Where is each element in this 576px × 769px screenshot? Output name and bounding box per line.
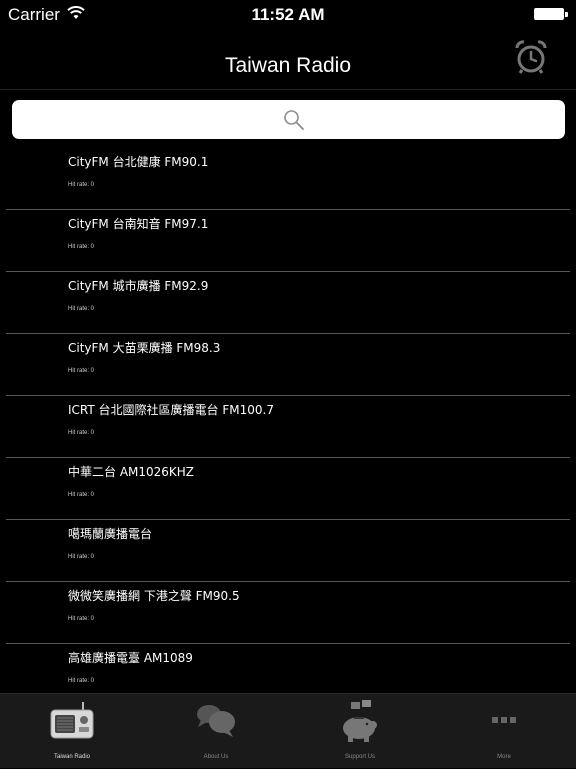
station-row[interactable]: 噶瑪蘭廣播電台 Hit rate: 0 <box>0 520 576 582</box>
station-hit-rate: Hit rate: 0 <box>68 554 95 560</box>
tab-label: Taiwan Radio <box>53 754 91 760</box>
station-hit-rate: Hit rate: 0 <box>68 616 95 622</box>
tab-support-us[interactable]: Support Us <box>288 694 432 769</box>
station-list: CityFM 台北健康 FM90.1 Hit rate: 0 CityFM 台南… <box>0 148 576 693</box>
chat-bubbles-icon <box>197 705 235 737</box>
station-hit-rate: Hit rate: 0 <box>68 244 95 250</box>
station-row[interactable]: CityFM 台北健康 FM90.1 Hit rate: 0 <box>0 148 576 210</box>
tab-label: Support Us <box>344 754 375 760</box>
search-icon <box>284 110 304 130</box>
tab-more[interactable]: More <box>432 694 576 769</box>
alarm-clock-icon[interactable] <box>513 39 549 75</box>
station-hit-rate: Hit rate: 0 <box>68 368 95 374</box>
station-name: ICRT 台北國際社區廣播電台 FM100.7 <box>68 403 274 417</box>
more-icon <box>492 717 516 723</box>
station-row[interactable]: ICRT 台北國際社區廣播電台 FM100.7 Hit rate: 0 <box>0 396 576 458</box>
radio-icon <box>50 702 94 739</box>
tab-bar: Taiwan Radio About Us Support Us More <box>0 693 576 768</box>
station-name: CityFM 台北健康 FM90.1 <box>68 155 209 169</box>
status-time: 11:52 AM <box>251 5 325 24</box>
station-hit-rate: Hit rate: 0 <box>68 678 95 684</box>
station-row[interactable]: 高雄廣播電臺 AM1089 Hit rate: 0 <box>0 644 576 693</box>
station-name: CityFM 大苗栗廣播 FM98.3 <box>68 341 221 355</box>
status-bar: Carrier 11:52 AM <box>0 0 576 30</box>
station-hit-rate: Hit rate: 0 <box>68 492 95 498</box>
station-row[interactable]: 中華二台 AM1026KHZ Hit rate: 0 <box>0 458 576 520</box>
station-row[interactable]: CityFM 大苗栗廣播 FM98.3 Hit rate: 0 <box>0 334 576 396</box>
tab-label: About Us <box>203 754 229 760</box>
search-input[interactable] <box>12 100 565 139</box>
page-title: Taiwan Radio <box>224 54 352 77</box>
station-name: CityFM 城市廣播 FM92.9 <box>68 279 209 293</box>
battery-icon <box>534 8 564 20</box>
station-row[interactable]: 微微笑廣播網 下港之聲 FM90.5 Hit rate: 0 <box>0 582 576 644</box>
tab-label: More <box>497 754 511 760</box>
station-hit-rate: Hit rate: 0 <box>68 182 95 188</box>
station-name: CityFM 台南知音 FM97.1 <box>68 217 209 231</box>
station-name: 高雄廣播電臺 AM1089 <box>68 651 193 665</box>
piggy-bank-icon <box>343 700 377 742</box>
battery-tip <box>565 12 568 17</box>
station-name: 中華二台 AM1026KHZ <box>68 465 195 479</box>
station-hit-rate: Hit rate: 0 <box>68 306 95 312</box>
station-name: 噶瑪蘭廣播電台 <box>68 527 153 541</box>
station-hit-rate: Hit rate: 0 <box>68 430 95 436</box>
tab-about-us[interactable]: About Us <box>144 694 288 769</box>
nav-bar: Taiwan Radio <box>0 30 576 90</box>
station-row[interactable]: CityFM 台南知音 FM97.1 Hit rate: 0 <box>0 210 576 272</box>
tab-taiwan-radio[interactable]: Taiwan Radio <box>0 694 144 769</box>
station-row[interactable]: CityFM 城市廣播 FM92.9 Hit rate: 0 <box>0 272 576 334</box>
station-name: 微微笑廣播網 下港之聲 FM90.5 <box>68 589 240 603</box>
